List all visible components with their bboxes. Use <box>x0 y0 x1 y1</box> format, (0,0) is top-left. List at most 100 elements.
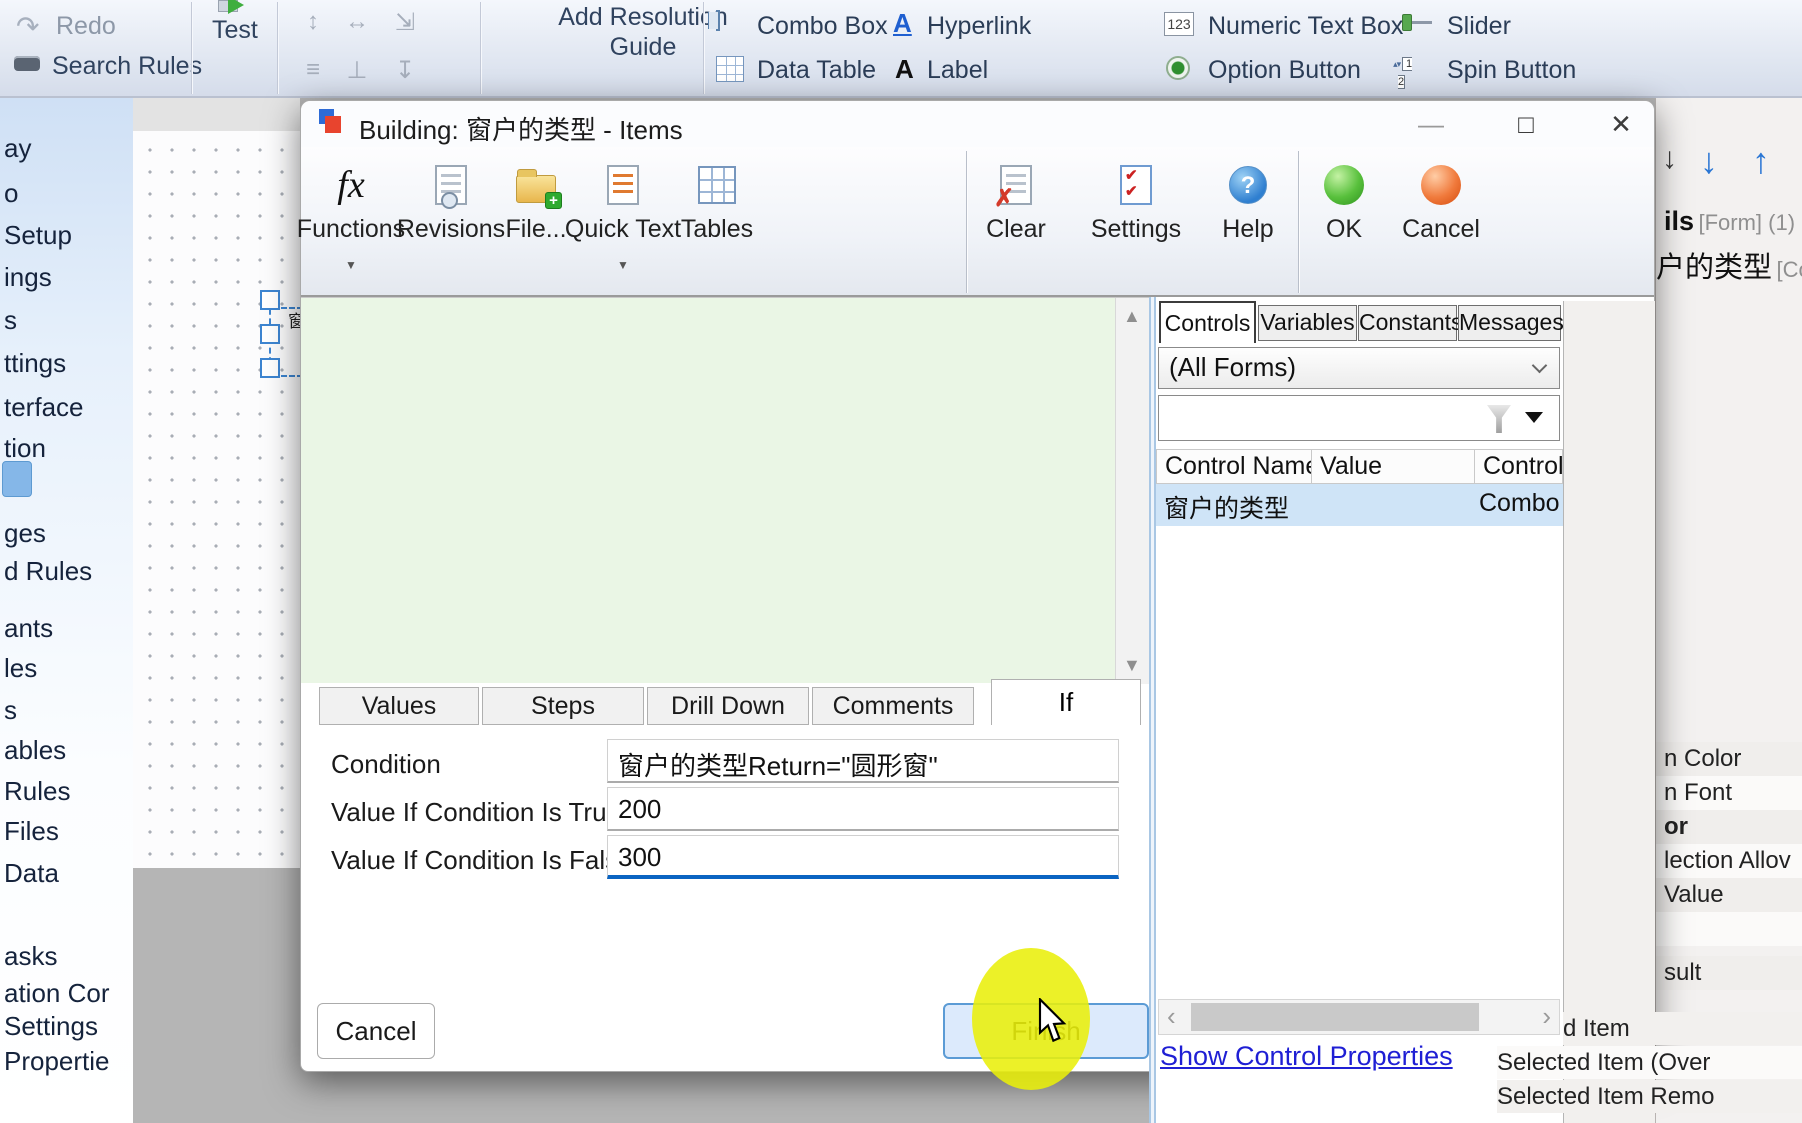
sidebar-item[interactable]: Data <box>4 858 59 889</box>
move-down-blue-icon[interactable]: ↓ <box>1700 140 1718 182</box>
property-row[interactable]: sult <box>1656 956 1802 990</box>
sidebar-item[interactable]: s <box>4 305 17 336</box>
table-row-selected[interactable]: 窗户的类型 Combo B <box>1156 484 1563 526</box>
sidebar-item-selected[interactable] <box>2 461 32 497</box>
sidebar-item[interactable]: Settings <box>4 1011 98 1042</box>
move-up-blue-icon[interactable]: ↑ <box>1752 140 1770 182</box>
column-header-control-name[interactable]: Control Name <box>1156 449 1312 484</box>
sidebar-item[interactable]: Rules <box>4 776 70 807</box>
option-button-button[interactable]: Option Button <box>1208 56 1361 85</box>
property-row[interactable]: n Color <box>1656 742 1802 776</box>
property-row[interactable]: lection Allov <box>1656 844 1802 878</box>
search-rules-button[interactable]: Search Rules <box>52 52 202 81</box>
filter-input[interactable] <box>1158 395 1560 441</box>
tab-if[interactable]: If <box>991 679 1141 725</box>
minimize-button[interactable]: — <box>1401 107 1461 141</box>
property-row[interactable]: Selected Item Remo <box>1497 1080 1802 1113</box>
column-header-value[interactable]: Value <box>1311 449 1475 484</box>
slider-button[interactable]: Slider <box>1447 12 1511 41</box>
test-play-icon <box>228 0 244 14</box>
show-control-properties-link[interactable]: Show Control Properties <box>1160 1041 1453 1072</box>
condition-input[interactable]: 窗户的类型Return="圆形窗" <box>607 739 1119 783</box>
property-row[interactable]: n Font <box>1656 776 1802 810</box>
close-button[interactable]: ✕ <box>1591 107 1651 141</box>
align-horizontal-icon[interactable]: ↔ <box>340 8 374 36</box>
sidebar-item[interactable]: d Rules <box>4 556 92 587</box>
dialog-titlebar[interactable]: Building: 窗户的类型 - Items — □ ✕ <box>301 101 1654 147</box>
horizontal-scrollbar[interactable]: ‹ › <box>1158 999 1560 1035</box>
sidebar-item[interactable]: terface <box>4 392 84 423</box>
canvas-top-strip <box>133 98 300 131</box>
property-row[interactable]: Value <box>1656 878 1802 912</box>
selection-handle[interactable] <box>260 290 280 310</box>
selection-handle[interactable] <box>260 358 280 378</box>
sidebar-item[interactable]: tion <box>4 433 46 464</box>
align-left-icon[interactable]: ≡ <box>296 56 330 84</box>
tab-constants[interactable]: Constants <box>1358 305 1457 341</box>
sidebar-item[interactable]: les <box>4 653 37 684</box>
sidebar-item[interactable]: ants <box>4 613 53 644</box>
sidebar-item[interactable]: ings <box>4 262 52 293</box>
sidebar-item[interactable]: ation Cor <box>4 978 110 1009</box>
spin-button-button[interactable]: Spin Button <box>1447 56 1576 85</box>
sidebar-item[interactable]: Propertie <box>4 1046 110 1077</box>
scroll-left-icon[interactable]: ‹ <box>1167 1001 1176 1032</box>
tab-variables[interactable]: Variables <box>1258 305 1357 341</box>
align-vertical-icon[interactable]: ↕ <box>296 8 330 36</box>
value-false-input[interactable]: 300 <box>607 835 1119 879</box>
panel-splitter[interactable] <box>1149 297 1156 1123</box>
sidebar-item[interactable]: Setup <box>4 220 72 251</box>
property-row[interactable]: or <box>1656 810 1802 844</box>
selection-handle[interactable] <box>260 324 280 344</box>
scroll-right-icon[interactable]: › <box>1542 1001 1551 1032</box>
property-row[interactable] <box>1656 912 1802 946</box>
data-table-button[interactable]: Data Table <box>757 56 876 85</box>
sidebar-item[interactable]: s <box>4 695 17 726</box>
size-to-grid-icon[interactable]: ⇲ <box>388 8 422 37</box>
filter-dropdown-icon[interactable] <box>1525 412 1543 423</box>
settings-button[interactable]: ✔✔ Settings <box>1071 157 1201 297</box>
tab-messages[interactable]: Messages <box>1458 305 1561 341</box>
cancel-button[interactable]: Cancel <box>317 1003 435 1059</box>
test-button[interactable]: Test <box>212 16 258 45</box>
filter-funnel-icon[interactable] <box>1487 405 1511 433</box>
sidebar-item[interactable]: ges <box>4 518 46 549</box>
property-row[interactable]: Selected Item (Over <box>1497 1046 1802 1079</box>
tab-steps[interactable]: Steps <box>482 687 644 725</box>
cancel-icon <box>1421 165 1461 205</box>
hyperlink-button[interactable]: Hyperlink <box>927 12 1031 41</box>
sidebar-item[interactable]: asks <box>4 941 57 972</box>
sidebar-item[interactable]: ables <box>4 735 66 766</box>
clear-button[interactable]: ✗ Clear <box>951 157 1081 297</box>
tab-drill-down[interactable]: Drill Down <box>647 687 809 725</box>
distribute-icon[interactable]: ↧ <box>388 56 422 85</box>
sidebar-item[interactable]: ttings <box>4 348 66 379</box>
tab-controls[interactable]: Controls <box>1159 301 1256 343</box>
chevron-down-icon <box>1532 358 1548 374</box>
numeric-text-box-button[interactable]: Numeric Text Box <box>1208 12 1403 41</box>
tab-comments[interactable]: Comments <box>812 687 974 725</box>
tables-button[interactable]: Tables <box>652 157 782 297</box>
maximize-button[interactable]: □ <box>1496 107 1556 141</box>
sidebar-item[interactable]: ay <box>4 133 31 164</box>
align-bottom-icon[interactable]: ⊥ <box>340 56 374 85</box>
forms-dropdown[interactable]: (All Forms) <box>1158 347 1560 389</box>
cancel-toolbar-button[interactable]: Cancel <box>1376 157 1506 297</box>
editor-scrollbar[interactable]: ▲ ▼ <box>1115 298 1149 684</box>
property-row[interactable]: d Item <box>1563 1012 1802 1045</box>
sidebar-item[interactable]: o <box>4 178 18 209</box>
scroll-down-icon[interactable]: ▼ <box>1123 655 1141 676</box>
form-design-canvas[interactable]: 窗 <box>133 131 300 868</box>
tab-values[interactable]: Values <box>319 687 479 725</box>
move-down-icon[interactable]: ↓ <box>1662 142 1677 176</box>
formula-editor[interactable]: ▲ ▼ <box>301 297 1149 683</box>
label-button[interactable]: Label <box>927 56 988 85</box>
column-header-control-type[interactable]: Control T <box>1474 449 1563 484</box>
forms-dropdown-value: (All Forms) <box>1169 352 1296 382</box>
combo-box-button[interactable]: Combo Box <box>757 12 888 41</box>
redo-button[interactable]: Redo <box>56 12 116 41</box>
sidebar-item[interactable]: Files <box>4 816 59 847</box>
scroll-up-icon[interactable]: ▲ <box>1123 306 1141 327</box>
scrollbar-thumb[interactable] <box>1191 1003 1479 1031</box>
value-true-input[interactable]: 200 <box>607 787 1119 831</box>
